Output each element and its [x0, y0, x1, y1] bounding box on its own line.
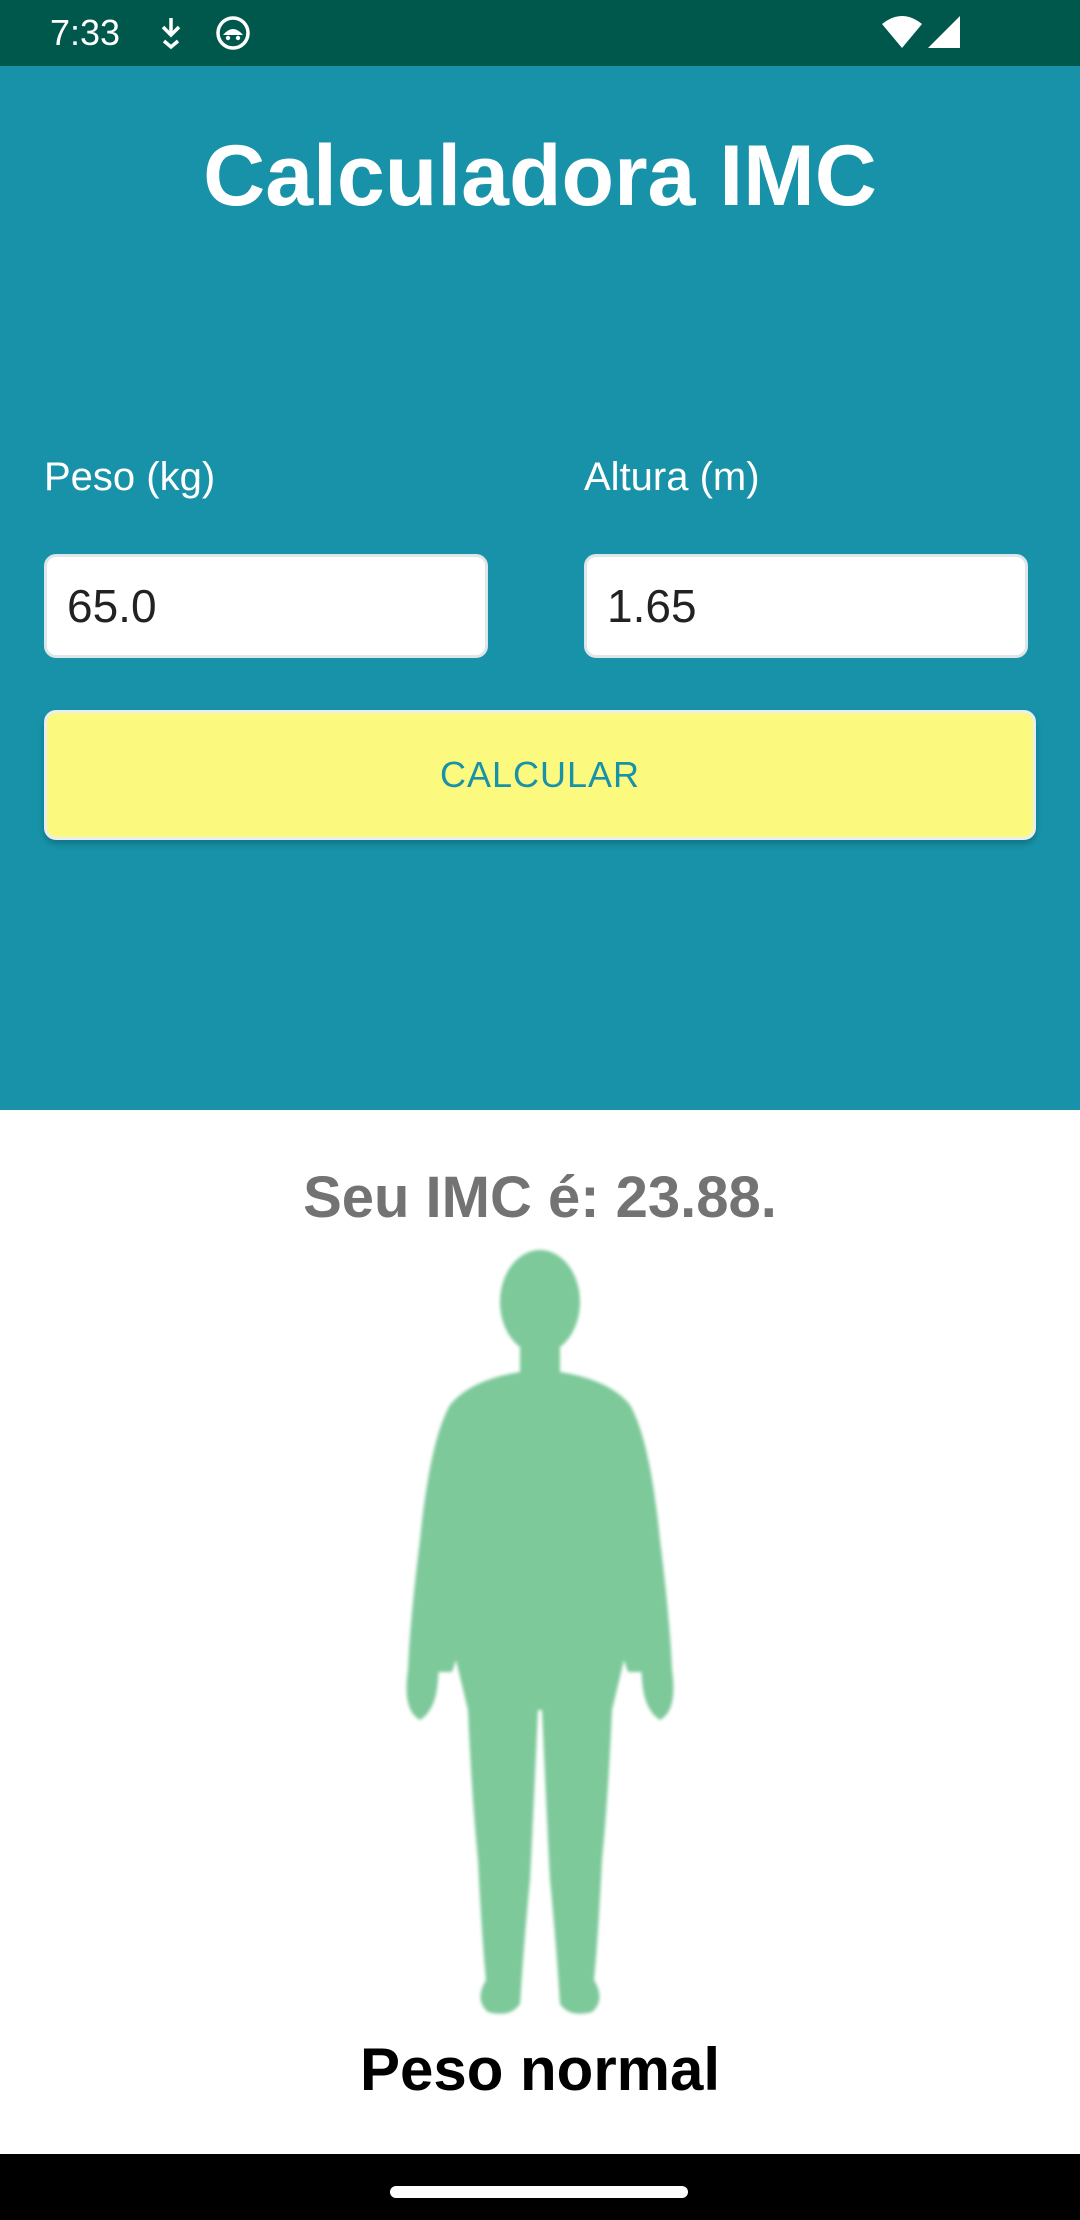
bmi-category: Peso normal: [359, 2036, 721, 2103]
bmi-result-text: Seu IMC é: 23.88.: [303, 1165, 777, 1230]
weight-input-value: 65.0: [67, 580, 157, 632]
calculate-button-label: CALCULAR: [439, 754, 641, 795]
height-input-value: 1.65: [607, 580, 697, 632]
download-arrow-icon: [161, 18, 181, 50]
app-screen: 7:33 Calculadora IMC Peso (kg) Altura (m…: [0, 0, 1080, 2220]
height-input[interactable]: 1.65: [584, 554, 1028, 658]
cellular-signal-icon: [928, 16, 960, 48]
app-title: Calculadora IMC: [203, 128, 877, 224]
weight-input[interactable]: 65.0: [44, 554, 488, 658]
human-silhouette-icon: [406, 1250, 674, 2014]
calculate-button[interactable]: CALCULAR: [44, 710, 1036, 840]
status-time: 7:33: [50, 12, 121, 53]
height-label: Altura (m): [584, 455, 760, 499]
wifi-icon: [882, 16, 922, 48]
home-indicator[interactable]: [390, 2186, 688, 2198]
input-panel: Calculadora IMC Peso (kg) Altura (m) 65.…: [0, 66, 1080, 1110]
navigation-bar: [0, 2154, 1080, 2220]
weight-label: Peso (kg): [44, 455, 216, 499]
android-robot-icon: [216, 16, 250, 50]
status-bar: 7:33: [0, 0, 1080, 66]
